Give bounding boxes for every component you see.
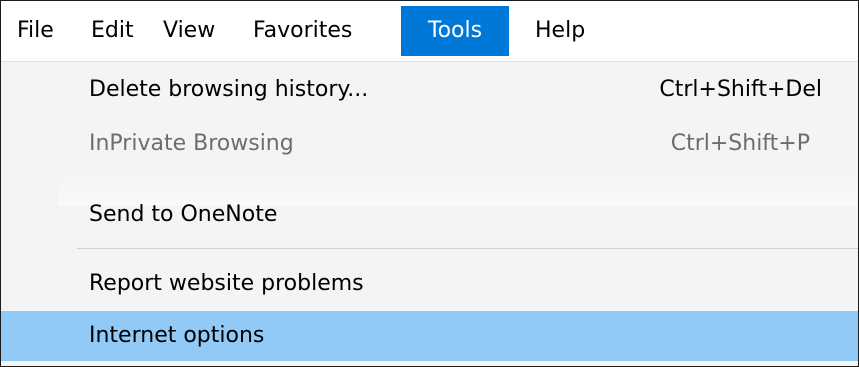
menu-item-inprivate-browsing[interactable]: InPrivate Browsing Ctrl+Shift+P bbox=[1, 119, 858, 169]
menu-help[interactable]: Help bbox=[535, 6, 585, 56]
menu-item-internet-options[interactable]: Internet options bbox=[1, 311, 858, 361]
menu-item-label: Delete browsing history... bbox=[89, 77, 369, 102]
menu-item-label: Send to OneNote bbox=[89, 202, 278, 227]
menu-tools[interactable]: Tools bbox=[401, 6, 509, 56]
menu-file[interactable]: File bbox=[17, 6, 54, 56]
menu-item-delete-browsing-history[interactable]: Delete browsing history... Ctrl+Shift+De… bbox=[1, 65, 858, 115]
menu-item-shortcut: Ctrl+Shift+P bbox=[670, 131, 810, 156]
menu-favorites[interactable]: Favorites bbox=[253, 6, 352, 56]
menu-item-shortcut: Ctrl+Shift+Del bbox=[659, 77, 822, 102]
menu-item-label: Report website problems bbox=[89, 271, 364, 296]
tools-dropdown-menu: Delete browsing history... Ctrl+Shift+De… bbox=[1, 62, 858, 366]
menu-separator bbox=[77, 248, 858, 249]
menu-item-label: Internet options bbox=[89, 323, 265, 348]
menu-item-send-to-onenote[interactable]: Send to OneNote bbox=[1, 190, 858, 240]
browser-window: File Edit View Favorites Tools Help Dele… bbox=[0, 0, 859, 367]
menu-bar: File Edit View Favorites Tools Help bbox=[1, 1, 858, 63]
menu-view[interactable]: View bbox=[163, 6, 215, 56]
menu-item-label: InPrivate Browsing bbox=[89, 131, 294, 156]
menu-edit[interactable]: Edit bbox=[91, 6, 134, 56]
menu-item-report-website-problems[interactable]: Report website problems bbox=[1, 259, 858, 309]
